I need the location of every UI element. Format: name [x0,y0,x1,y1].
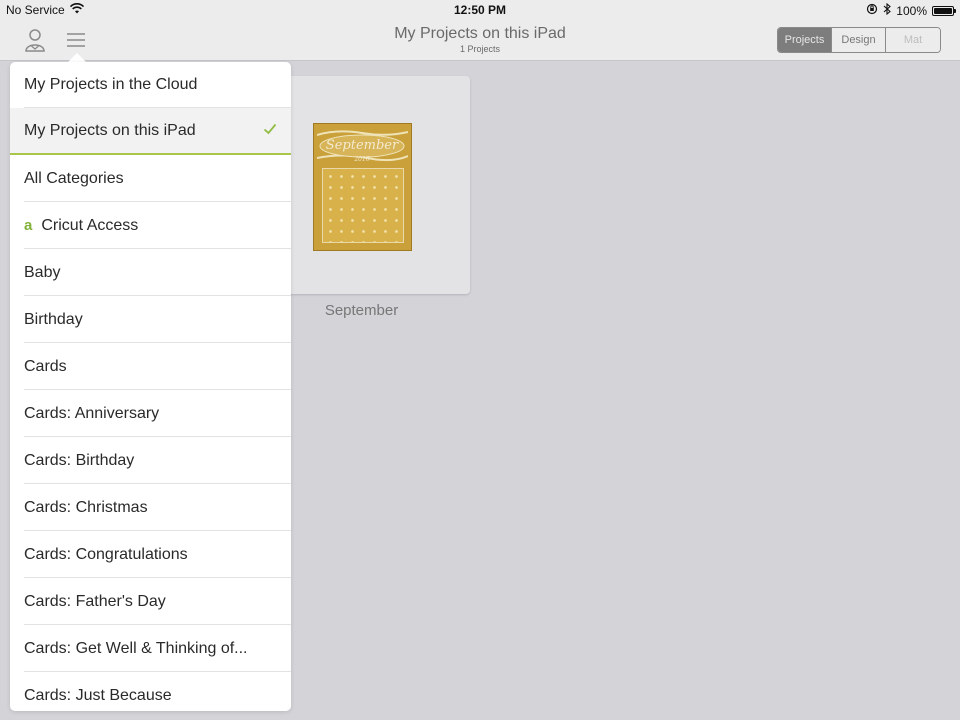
thumbnail-title: September [326,138,399,153]
menu-item-cards-just-because[interactable]: Cards: Just Because [10,672,291,711]
status-bar: No Service 12:50 PM 100% [0,0,960,20]
menu-item-label: Cards [24,357,67,375]
segment-mat: Mat [886,28,940,52]
status-bar-right: 100% [866,2,956,18]
thumbnail-banner: September 2016 [317,127,408,165]
menu-item-label: Cards: Anniversary [24,404,160,422]
menu-item-label: Cards: Just Because [24,686,172,704]
menu-pointer [68,53,86,62]
navigation-bar: My Projects on this iPad 1 Projects Proj… [0,20,960,61]
menu-item-cards-christmas[interactable]: Cards: Christmas [10,484,291,531]
project-thumbnail: September 2016 [313,123,412,251]
battery-icon [932,5,956,16]
svg-text:2016: 2016 [353,156,369,163]
menu-icon[interactable] [63,27,89,53]
menu-item-cricut-access[interactable]: a Cricut Access [10,202,291,249]
menu-item-label: Cards: Birthday [24,451,135,469]
bluetooth-icon [883,2,892,18]
menu-item-cards-get-well[interactable]: Cards: Get Well & Thinking of... [10,625,291,672]
battery-percent: 100% [896,3,927,18]
menu-item-birthday[interactable]: Birthday [10,296,291,343]
view-segmented-control: Projects Design Mat [777,27,941,53]
menu-item-label: My Projects on this iPad [24,121,196,139]
menu-item-cloud-projects[interactable]: My Projects in the Cloud [10,62,291,108]
menu-item-label: Cards: Congratulations [24,545,188,563]
projects-dropdown-menu: My Projects in the Cloud My Projects on … [10,62,291,711]
menu-item-cards-birthday[interactable]: Cards: Birthday [10,437,291,484]
account-icon[interactable] [22,27,48,53]
menu-item-label: Birthday [24,310,83,328]
menu-item-label: My Projects in the Cloud [24,76,198,93]
checkmark-icon [263,122,277,136]
menu-item-baby[interactable]: Baby [10,249,291,296]
menu-item-cards-fathers-day[interactable]: Cards: Father's Day [10,578,291,625]
segment-projects[interactable]: Projects [778,28,832,52]
menu-item-label: Cricut Access [41,216,139,234]
clock: 12:50 PM [453,3,507,17]
orientation-lock-icon [866,3,878,18]
menu-item-all-categories[interactable]: All Categories [10,155,291,202]
menu-item-ipad-projects[interactable]: My Projects on this iPad [10,108,291,155]
battery-level [934,7,952,14]
thumbnail-calendar-grid [322,168,404,243]
menu-item-label: Cards: Get Well & Thinking of... [24,639,248,657]
segment-design[interactable]: Design [832,28,886,52]
menu-item-cards-anniversary[interactable]: Cards: Anniversary [10,390,291,437]
menu-item-label: Cards: Christmas [24,498,148,516]
menu-item-cards[interactable]: Cards [10,343,291,390]
menu-item-label: All Categories [24,169,124,187]
menu-item-label: Cards: Father's Day [24,592,166,610]
cricut-access-icon: a [24,217,33,234]
menu-item-cards-congratulations[interactable]: Cards: Congratulations [10,531,291,578]
menu-item-label: Baby [24,263,61,281]
